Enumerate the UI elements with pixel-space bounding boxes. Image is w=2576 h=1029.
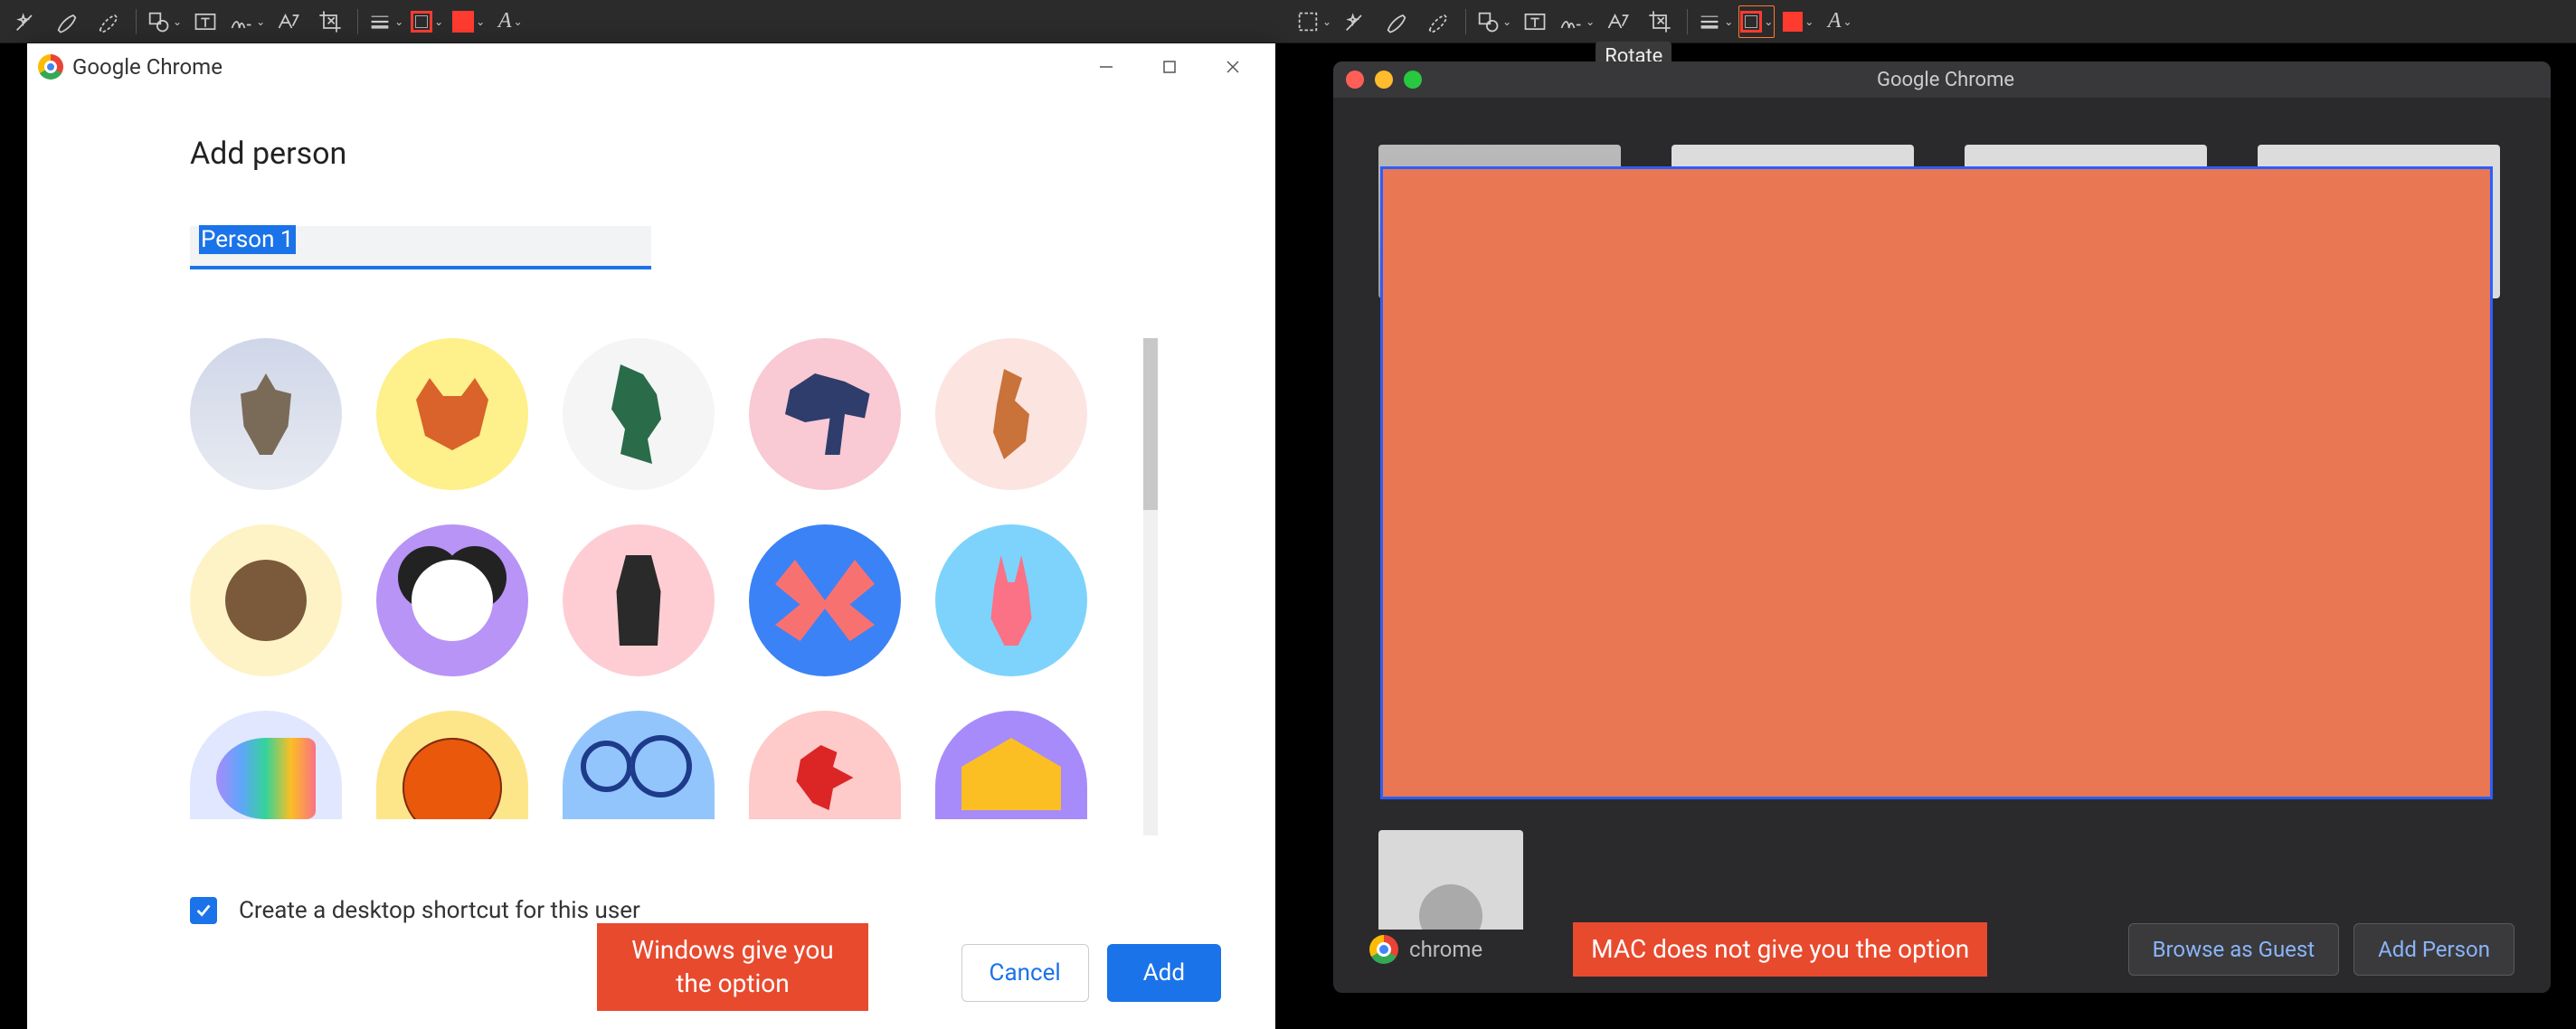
toolbar-separator (1465, 9, 1466, 34)
eraser-icon[interactable] (1420, 5, 1456, 38)
chevron-down-icon: ⌄ (173, 15, 182, 28)
crop-icon[interactable] (312, 5, 348, 38)
chevron-down-icon: ⌄ (1586, 15, 1595, 28)
chevron-down-icon: ⌄ (513, 15, 522, 28)
font-style-icon[interactable]: A⌄ (1822, 5, 1858, 38)
scrollbar-thumb[interactable] (1143, 338, 1158, 510)
avatar-origami-squirrel[interactable] (935, 338, 1087, 490)
chevron-down-icon: ⌄ (1322, 15, 1331, 28)
window-title: Google Chrome (1422, 69, 2469, 91)
chevron-down-icon: ⌄ (256, 15, 265, 28)
chevron-down-icon: ⌄ (1764, 15, 1773, 28)
chrome-logo-icon (38, 54, 63, 80)
dialog-actions: Cancel Add (961, 944, 1221, 1002)
dialog-heading: Add person (190, 136, 1131, 172)
shape-icon[interactable]: ⌄ (1475, 5, 1511, 38)
chrome-brand-label: chrome (1409, 937, 1482, 962)
chevron-down-icon: ⌄ (1843, 15, 1852, 28)
avatar-origami-monkey[interactable] (190, 524, 342, 676)
toolbar-separator (357, 9, 358, 34)
chevron-down-icon: ⌄ (394, 15, 403, 28)
chevron-down-icon: ⌄ (1724, 15, 1733, 28)
avatar-bicycle[interactable] (563, 711, 715, 819)
person-name-input[interactable]: Person 1 (190, 226, 651, 269)
editor-toolbar-left: ⌄ ⌄ ⌄ ⌄ ⌄ A⌄ (0, 0, 1288, 43)
desktop-shortcut-row: Create a desktop shortcut for this user (190, 897, 640, 924)
signature-icon[interactable]: ⌄ (1558, 5, 1595, 38)
chrome-logo-icon (1369, 935, 1398, 964)
left-pane: ⌄ ⌄ ⌄ ⌄ ⌄ A⌄ Google Chrome Add person Pe… (0, 0, 1288, 1029)
avatar-origami-penguin[interactable] (563, 524, 715, 676)
editor-toolbar-right: ⌄ ⌄ ⌄ Rotate ⌄ ⌄ ⌄ A⌄ (1288, 0, 2576, 43)
add-person-button[interactable]: Add Person (2353, 923, 2514, 976)
desktop-shortcut-label: Create a desktop shortcut for this user (239, 897, 640, 924)
avatar-origami-butterfly[interactable] (749, 524, 901, 676)
chevron-down-icon: ⌄ (476, 15, 485, 28)
maximize-button[interactable] (1404, 71, 1422, 89)
right-pane: ⌄ ⌄ ⌄ Rotate ⌄ ⌄ ⌄ A⌄ Google Chrome (1288, 0, 2576, 1029)
dialog-footer: chrome MAC does not give you the option … (1333, 906, 2551, 993)
avatar-origami-elephant[interactable] (749, 338, 901, 490)
avatar-origami-fox[interactable] (376, 338, 528, 490)
notes-icon[interactable]: Rotate (1600, 5, 1636, 38)
shape-icon[interactable]: ⌄ (146, 5, 182, 38)
annotation-callout-windows: Windows give you the option (597, 923, 868, 1011)
border-color-swatch[interactable]: ⌄ (1738, 5, 1775, 38)
line-style-icon[interactable]: ⌄ (367, 5, 403, 38)
avatar-origami-rabbit[interactable] (935, 524, 1087, 676)
avatar-origami-bird[interactable] (749, 711, 901, 819)
close-button[interactable] (1201, 45, 1264, 89)
text-icon[interactable] (187, 5, 223, 38)
cancel-button[interactable]: Cancel (961, 944, 1089, 1002)
desktop-shortcut-checkbox[interactable] (190, 897, 217, 924)
chevron-down-icon: ⌄ (1804, 15, 1814, 28)
chevron-down-icon: ⌄ (434, 15, 443, 28)
toolbar-separator (136, 9, 137, 34)
border-color-swatch[interactable]: ⌄ (409, 5, 445, 38)
avatar-basketball[interactable] (376, 711, 528, 819)
add-button[interactable]: Add (1107, 944, 1221, 1002)
avatar-scroll-area (190, 338, 1149, 835)
chevron-down-icon: ⌄ (1502, 15, 1511, 28)
brush-icon[interactable] (49, 5, 85, 38)
browse-as-guest-button[interactable]: Browse as Guest (2128, 923, 2340, 976)
avatar-origami-unicorn[interactable] (190, 711, 342, 819)
minimize-button[interactable] (1075, 45, 1138, 89)
text-icon[interactable] (1517, 5, 1553, 38)
wand-icon[interactable] (1337, 5, 1373, 38)
fill-color-swatch[interactable]: ⌄ (450, 5, 487, 38)
eraser-icon[interactable] (90, 5, 127, 38)
maximize-button[interactable] (1138, 45, 1201, 89)
marquee-icon[interactable]: ⌄ (1295, 5, 1331, 38)
avatar-origami-panda[interactable] (376, 524, 528, 676)
minimize-button[interactable] (1375, 71, 1393, 89)
traffic-lights (1346, 71, 1422, 89)
annotation-callout-mac: MAC does not give you the option (1573, 922, 1987, 977)
chrome-profile-dialog-mac: Google Chrome chrome MAC does not give y… (1333, 61, 2551, 993)
chrome-add-person-dialog-windows: Google Chrome Add person Person 1 (27, 43, 1275, 1029)
wand-icon[interactable] (7, 5, 43, 38)
line-style-icon[interactable]: ⌄ (1697, 5, 1733, 38)
brush-icon[interactable] (1378, 5, 1415, 38)
font-style-icon[interactable]: A⌄ (492, 5, 528, 38)
close-button[interactable] (1346, 71, 1364, 89)
mac-titlebar: Google Chrome (1333, 61, 2551, 98)
dialog-body: chrome MAC does not give you the option … (1333, 98, 2551, 993)
dialog-body: Add person Person 1 (27, 90, 1275, 835)
window-title: Google Chrome (72, 54, 223, 80)
toolbar-separator (1687, 9, 1688, 34)
window-titlebar: Google Chrome (27, 43, 1275, 90)
avatar-origami-dragon[interactable] (563, 338, 715, 490)
signature-icon[interactable]: ⌄ (229, 5, 265, 38)
avatar-grid (190, 338, 1149, 676)
chrome-brand: chrome (1369, 935, 1482, 964)
fill-color-swatch[interactable]: ⌄ (1780, 5, 1816, 38)
avatar-cheese[interactable] (935, 711, 1087, 819)
crop-icon[interactable] (1642, 5, 1678, 38)
notes-icon[interactable] (270, 5, 307, 38)
annotation-redaction-rectangle[interactable] (1380, 166, 2493, 799)
avatar-grid-row3 (190, 711, 1149, 819)
avatar-origami-cat[interactable] (190, 338, 342, 490)
